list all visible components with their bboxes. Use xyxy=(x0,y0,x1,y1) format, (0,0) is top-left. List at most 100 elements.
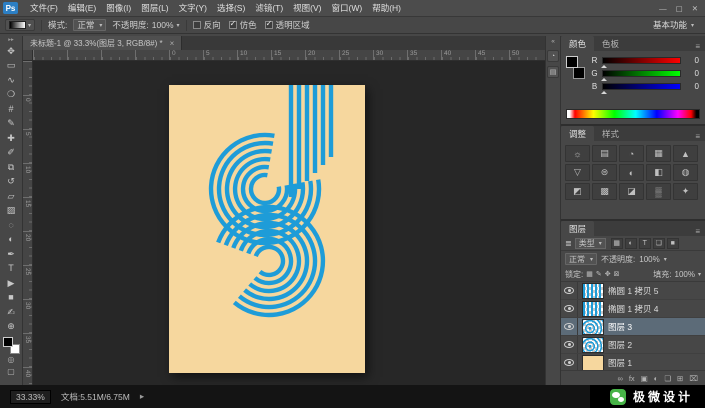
canvas[interactable] xyxy=(34,62,545,385)
window-control-button[interactable]: — xyxy=(659,4,667,13)
adjustment-icon[interactable]: ▒ xyxy=(646,183,671,200)
adjustment-icon[interactable]: ⊜ xyxy=(592,164,617,181)
adjustment-icon[interactable]: ◪ xyxy=(619,183,644,200)
layer-thumbnail[interactable] xyxy=(582,318,604,335)
adjustment-icon[interactable]: ✦ xyxy=(673,183,698,200)
horizontal-ruler[interactable]: 0 5 10 15 20 25 30 35 40 45 50 xyxy=(33,50,545,61)
adjustment-icon[interactable]: ◩ xyxy=(565,183,590,200)
layer-opacity-value[interactable]: 100% xyxy=(639,255,659,264)
lock-option-icon[interactable]: ✎ xyxy=(596,270,602,278)
menu-item[interactable]: 选择(S) xyxy=(212,0,250,17)
workspace-switcher[interactable]: 基本功能 ▾ xyxy=(647,19,700,31)
eye-icon[interactable] xyxy=(564,341,574,348)
layers-footer-icon[interactable]: ∞ xyxy=(617,374,622,383)
pen-tool[interactable]: ✒ xyxy=(2,247,21,262)
healing-brush-tool[interactable]: ✚ xyxy=(2,131,21,146)
layer-name[interactable]: 图层 3 xyxy=(608,321,632,333)
poster-document[interactable] xyxy=(169,85,365,373)
menu-item[interactable]: 文字(Y) xyxy=(174,0,212,17)
layer-visibility-cell[interactable] xyxy=(561,282,578,299)
adjustment-icon[interactable]: ▽ xyxy=(565,164,590,181)
eyedropper-tool[interactable]: ✎ xyxy=(2,117,21,132)
panel-tab-layers[interactable]: 图层 xyxy=(561,221,595,236)
fill-value[interactable]: 100% xyxy=(675,270,695,279)
adjustment-icon[interactable]: ◍ xyxy=(673,164,698,181)
layer-visibility-cell[interactable] xyxy=(561,300,578,317)
adjustment-icon[interactable]: ▩ xyxy=(592,183,617,200)
lock-option-icon[interactable]: ▦ xyxy=(586,270,593,278)
eraser-tool[interactable]: ▱ xyxy=(2,189,21,204)
eye-icon[interactable] xyxy=(564,305,574,312)
layer-name[interactable]: 图层 2 xyxy=(608,339,632,351)
layer-row[interactable]: 椭圆 1 拷贝 4 xyxy=(561,300,705,318)
checkbox-icon[interactable] xyxy=(228,19,237,29)
foreground-color-swatch[interactable] xyxy=(2,337,13,347)
panel-menu-icon[interactable]: ≡ xyxy=(695,42,705,51)
layer-visibility-cell[interactable] xyxy=(561,354,578,370)
path-selection-tool[interactable]: ▶ xyxy=(2,276,21,291)
opacity-field[interactable]: 不透明度: 100% ▾ xyxy=(112,19,179,31)
eye-icon[interactable] xyxy=(564,323,574,330)
history-brush-tool[interactable]: ↺ xyxy=(2,175,21,190)
menu-item[interactable]: 图层(L) xyxy=(136,0,173,17)
menu-item[interactable]: 图像(I) xyxy=(101,0,136,17)
option-checkbox[interactable]: 反向 xyxy=(192,19,221,31)
layer-blend-mode-select[interactable]: 正常 ▾ xyxy=(565,253,598,265)
menu-item[interactable]: 帮助(H) xyxy=(367,0,406,17)
adjustment-icon[interactable]: ◐ xyxy=(619,164,644,181)
expand-panels-button[interactable]: « xyxy=(551,38,555,45)
eye-icon[interactable] xyxy=(564,359,574,366)
checkbox-icon[interactable] xyxy=(264,19,273,29)
checkbox-icon[interactable] xyxy=(192,21,201,29)
gradient-tool[interactable]: ▨ xyxy=(2,204,21,219)
history-panel-icon[interactable]: ◔ xyxy=(547,50,559,62)
menu-item[interactable]: 滤镜(T) xyxy=(250,0,288,17)
layer-name[interactable]: 图层 1 xyxy=(608,357,632,369)
window-control-button[interactable]: ✕ xyxy=(692,4,698,13)
foreground-color-swatch[interactable] xyxy=(566,56,578,68)
channel-slider[interactable] xyxy=(601,70,681,81)
layer-row[interactable]: 椭圆 1 拷贝 5 xyxy=(561,282,705,300)
panel-tab[interactable]: 调整 xyxy=(561,126,595,141)
panel-tab[interactable]: 颜色 xyxy=(561,36,595,51)
adjustment-icon[interactable]: ◧ xyxy=(646,164,671,181)
layer-visibility-cell[interactable] xyxy=(561,318,578,335)
menu-item[interactable]: 文件(F) xyxy=(25,0,63,17)
channel-value[interactable]: 0 xyxy=(685,69,699,78)
lock-option-icon[interactable]: ✥ xyxy=(605,270,611,278)
quick-selection-tool[interactable]: ❍ xyxy=(2,88,21,103)
color-spectrum-ramp[interactable] xyxy=(566,109,700,119)
layer-thumbnail[interactable] xyxy=(582,300,604,317)
layer-thumbnail[interactable] xyxy=(582,336,604,353)
tool-preset-picker[interactable]: ▾ xyxy=(5,19,36,31)
layers-footer-icon[interactable]: ◐ xyxy=(654,374,659,383)
toolbar-collapse-button[interactable]: ▸▸ xyxy=(8,36,14,44)
menu-item[interactable]: 编辑(E) xyxy=(63,0,101,17)
close-icon[interactable]: × xyxy=(170,39,175,48)
layer-thumbnail[interactable] xyxy=(582,354,604,370)
layer-filter-kind-icon[interactable]: ■ xyxy=(666,237,679,249)
layer-thumbnail[interactable] xyxy=(582,282,604,299)
blur-tool[interactable]: ◌ xyxy=(2,218,21,233)
screen-mode-button[interactable]: ▢ xyxy=(7,366,15,378)
channel-value[interactable]: 0 xyxy=(685,82,699,91)
type-tool[interactable]: T xyxy=(2,262,21,277)
layers-footer-icon[interactable]: ▣ xyxy=(641,374,648,383)
properties-panel-icon[interactable]: ▤ xyxy=(547,66,559,78)
layer-name[interactable]: 椭圆 1 拷贝 4 xyxy=(608,303,659,315)
layer-filter-kind-icon[interactable]: T xyxy=(638,237,651,249)
quick-mask-button[interactable]: ◎ xyxy=(8,354,15,366)
menu-item[interactable]: 窗口(W) xyxy=(327,0,368,17)
channel-value[interactable]: 0 xyxy=(685,56,699,65)
panel-tab[interactable]: 样式 xyxy=(594,126,627,141)
adjustment-icon[interactable]: ▦ xyxy=(646,145,671,162)
clone-stamp-tool[interactable]: ⧉ xyxy=(2,160,21,175)
foreground-background-swatches[interactable] xyxy=(2,337,20,354)
color-swatch-pair[interactable] xyxy=(566,56,586,80)
option-checkbox[interactable]: 仿色 xyxy=(228,19,257,31)
layer-filter-kind-icon[interactable]: ◐ xyxy=(624,237,637,249)
layers-footer-icon[interactable]: ⌧ xyxy=(689,374,698,383)
channel-slider[interactable] xyxy=(601,57,681,68)
layer-filter-kind-icon[interactable]: ❏ xyxy=(652,237,665,249)
move-tool[interactable]: ✥ xyxy=(2,44,21,59)
